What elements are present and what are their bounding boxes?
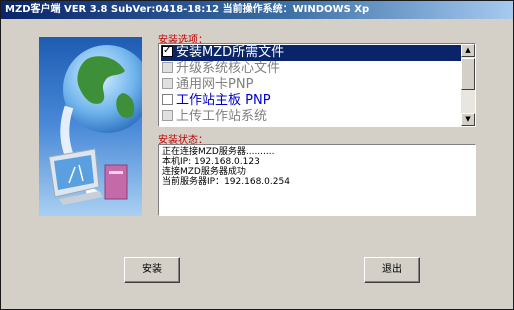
- globe-computer-icon: [39, 37, 142, 216]
- checkbox: [162, 62, 173, 73]
- option-install-mzd-files[interactable]: 安装MZD所需文件: [161, 44, 461, 61]
- install-status-log[interactable]: 正在连接MZD服务器.......... 本机IP: 192.168.0.123…: [158, 144, 476, 216]
- scroll-down-arrow-icon[interactable]: ▼: [461, 113, 475, 126]
- option-label: 上传工作站系统: [176, 109, 268, 124]
- install-button[interactable]: 安装: [124, 257, 180, 283]
- installer-window: MZD客户端 VER 3.8 SubVer:0418-18:12 当前操作系统：…: [0, 0, 514, 310]
- status-line: 本机IP: 192.168.0.123: [162, 157, 260, 167]
- options-scrollbar[interactable]: ▲ ▼: [461, 44, 475, 126]
- scroll-up-arrow-icon[interactable]: ▲: [461, 44, 475, 57]
- checkbox[interactable]: [162, 44, 173, 59]
- checkbox[interactable]: [162, 94, 173, 105]
- option-generic-nic-pnp: 通用网卡PNP: [161, 77, 461, 93]
- option-label: 安装MZD所需文件: [176, 45, 285, 60]
- install-options-list[interactable]: 安装MZD所需文件 升级系统核心文件 通用网卡PNP 工作站主板 PNP 上传工…: [158, 43, 476, 127]
- status-line: 连接MZD服务器成功: [162, 167, 246, 177]
- option-upload-workstation-system: 上传工作站系统: [161, 109, 461, 125]
- option-workstation-board-pnp[interactable]: 工作站主板 PNP: [161, 93, 461, 109]
- option-label: 升级系统核心文件: [176, 61, 281, 76]
- option-upgrade-core-files: 升级系统核心文件: [161, 61, 461, 77]
- checkbox: [162, 110, 173, 121]
- option-label: 通用网卡PNP: [176, 77, 254, 92]
- exit-button[interactable]: 退出: [364, 257, 420, 283]
- option-label: 工作站主板 PNP: [176, 93, 271, 108]
- network-install-illustration: [39, 37, 142, 216]
- title-bar[interactable]: MZD客户端 VER 3.8 SubVer:0418-18:12 当前操作系统：…: [1, 1, 513, 19]
- checkbox: [162, 78, 173, 89]
- scroll-thumb[interactable]: [461, 58, 475, 90]
- status-line: 当前服务器IP：192.168.0.254: [162, 177, 290, 187]
- status-line: 正在连接MZD服务器..........: [162, 147, 275, 157]
